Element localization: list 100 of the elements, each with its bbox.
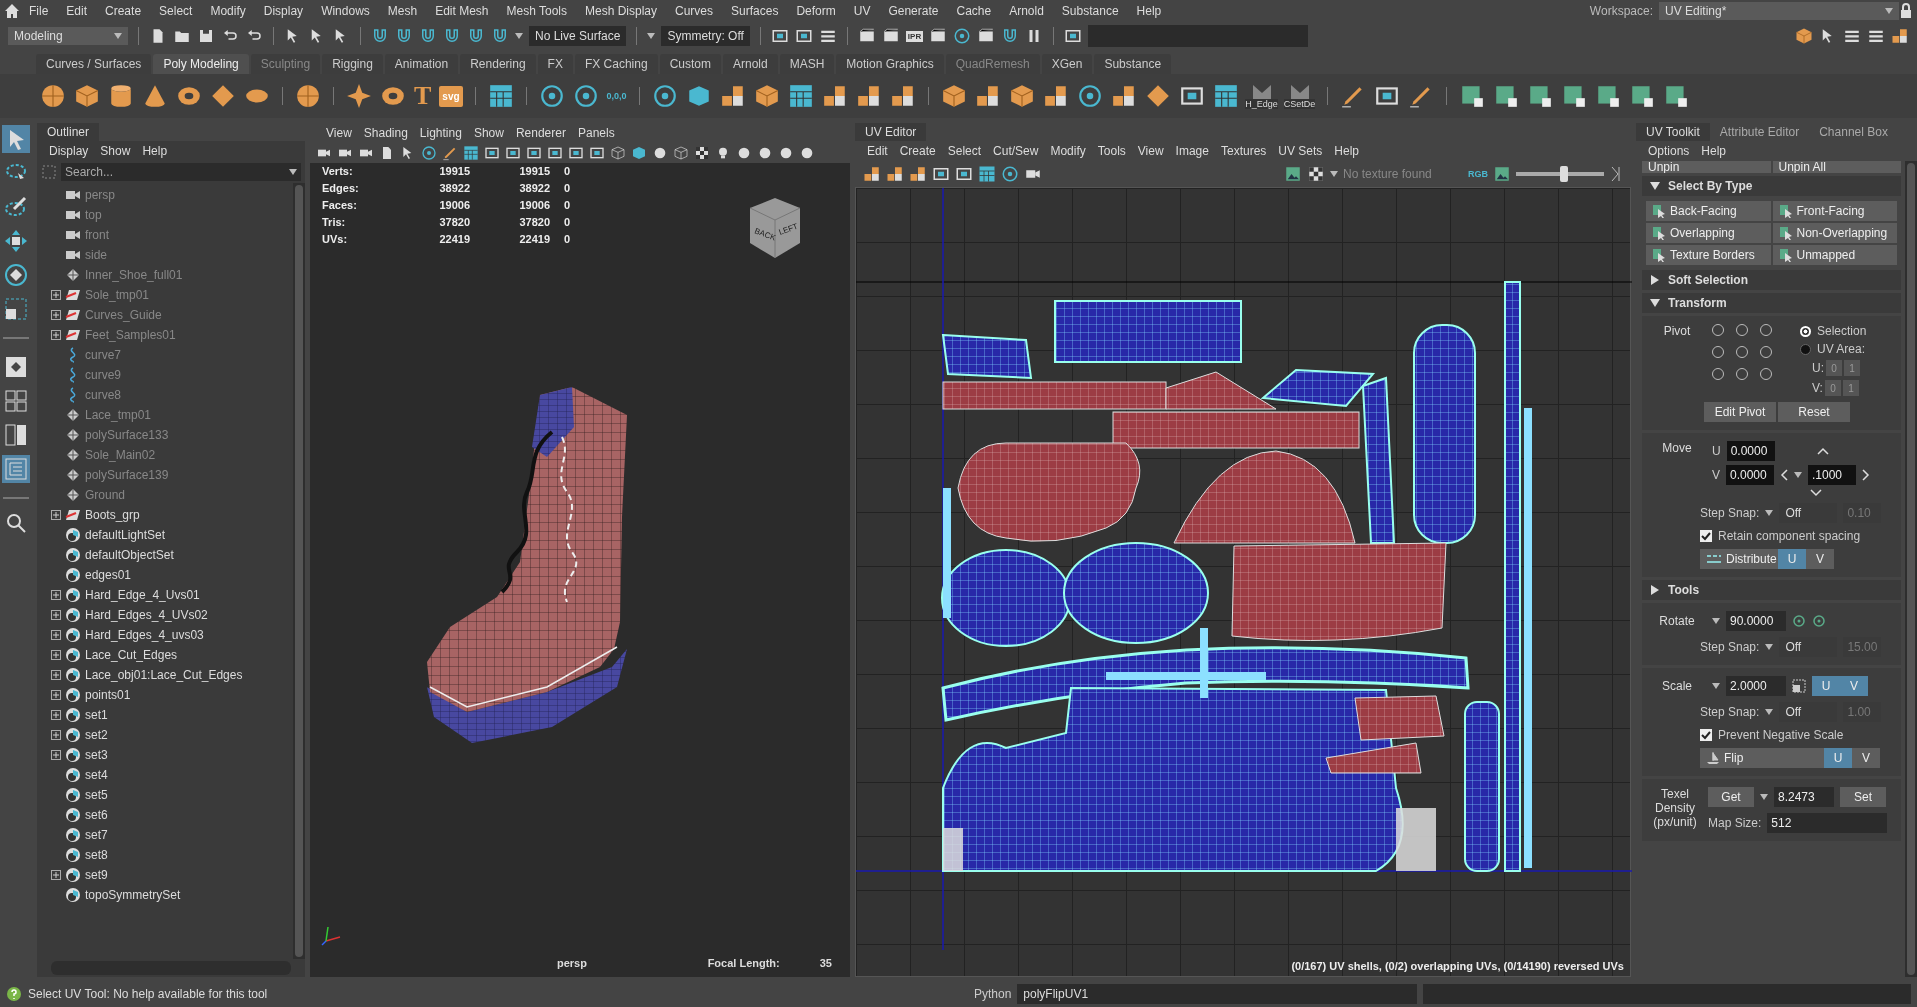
outliner-item[interactable]: set4 [85,768,108,782]
outliner-item[interactable]: points01 [85,688,131,702]
menu-item[interactable]: Help [1127,4,1171,18]
expand-icon[interactable] [51,750,61,760]
scale-field[interactable]: 2.0000 [1726,676,1786,696]
menu-item[interactable]: File [20,4,58,18]
collapsed-arrow-icon[interactable] [1650,585,1660,595]
menu-item[interactable]: Lighting [413,126,468,140]
shelf-tab[interactable]: MASH [779,54,835,74]
shelf-tab[interactable]: FX Caching [574,54,658,74]
shelf-tab[interactable]: FX [537,54,573,74]
blocks-icon[interactable] [821,83,848,109]
text-tool-button[interactable]: T [414,83,432,109]
sphere-icon[interactable] [799,145,815,161]
frame-icon[interactable] [589,145,605,161]
axis-toggle-button[interactable]: U [1778,549,1806,569]
diamond-icon[interactable] [210,83,236,109]
target-icon[interactable] [538,83,565,109]
menu-item[interactable]: Show [467,126,510,140]
expand-icon[interactable] [51,510,61,520]
script-language-label[interactable]: Python [974,987,1012,1001]
magnet-icon[interactable] [491,27,509,45]
rotate-field[interactable]: 90.0000 [1726,611,1786,631]
get-button[interactable]: Get [1708,787,1754,807]
menu-item[interactable]: Arnold [1000,4,1053,18]
cylinder-icon[interactable] [108,83,134,109]
frame-icon[interactable] [955,165,973,183]
expand-icon[interactable] [51,610,61,620]
rotate-icon[interactable] [2,261,30,289]
menu-item[interactable]: Select [941,144,988,158]
menu-item[interactable]: View [320,126,358,140]
menu-item[interactable]: Renderer [509,126,572,140]
search-field[interactable]: Search... [61,163,301,181]
frame-icon[interactable] [770,27,789,45]
menu-item[interactable]: Show [94,144,137,158]
star-icon[interactable] [346,83,372,109]
grid-icon[interactable] [787,83,814,109]
menu-item[interactable]: Edit [861,144,894,158]
expand-icon[interactable] [51,690,61,700]
rotate-ccw-icon[interactable] [1792,614,1806,628]
menu-item[interactable]: Panels [571,126,621,140]
unpin-button[interactable]: Unpin All [1772,161,1901,173]
menu-item[interactable]: Create [893,144,942,158]
caret-icon[interactable] [515,33,523,39]
shelf-tab[interactable]: Arnold [722,54,778,74]
caret-icon[interactable] [1760,794,1768,800]
shelf-tab[interactable]: Substance [1094,54,1172,74]
shaded-cube-icon[interactable] [631,145,647,161]
menu-item[interactable]: UV Sets [1272,144,1329,158]
menu-item[interactable]: Mesh [378,4,427,18]
caret-icon[interactable] [1765,644,1774,650]
checker-icon[interactable] [1307,165,1325,183]
collapsed-arrow-icon[interactable] [1650,275,1660,285]
search-icon[interactable] [6,513,26,533]
caret-icon[interactable] [1765,709,1774,715]
frame-icon[interactable] [568,145,584,161]
cube-icon[interactable] [940,83,967,109]
distribute-button[interactable]: Distribute [1700,549,1778,569]
caret-icon[interactable] [1765,510,1774,516]
outliner-item[interactable]: set7 [85,828,108,842]
menu-item[interactable]: Modify [201,4,255,18]
outliner-item[interactable]: set1 [85,708,108,722]
section-header[interactable]: Select By Type [1642,176,1901,196]
magnet-icon[interactable] [371,27,389,45]
expand-icon[interactable] [51,710,61,720]
grid-icon[interactable] [463,145,479,161]
shelf-tab[interactable]: Rendering [460,54,536,74]
rgb-channel-button[interactable]: RGB [1468,169,1488,179]
menu-item[interactable]: Create [96,4,151,18]
shelf-tab[interactable]: Animation [384,54,459,74]
sphere-icon[interactable] [40,83,66,109]
select-type-button[interactable]: Non-Overlapping [1772,223,1897,243]
blocks-icon[interactable] [1891,27,1909,45]
menu-item[interactable]: Mesh Tools [497,4,576,18]
target-icon[interactable] [572,83,599,109]
magnet-icon[interactable] [443,27,461,45]
axis-toggle-button[interactable]: U [1824,748,1852,768]
shelf-tab[interactable]: Poly Modeling [153,54,249,74]
outliner-item[interactable]: set2 [85,728,108,742]
texel-density-field[interactable]: 8.2473 [1774,787,1834,807]
blocks-icon[interactable] [719,83,746,109]
axis-toggle-button[interactable]: V [1806,549,1834,569]
input-field[interactable] [1088,25,1309,47]
menu-item[interactable]: Shading [357,126,414,140]
outliner-item[interactable]: Lace_Cut_Edges [85,648,178,662]
image-icon[interactable] [1493,165,1511,183]
menu-item[interactable]: Edit Mesh [426,4,498,18]
outliner-item[interactable]: set6 [85,808,108,822]
frame-icon[interactable] [505,145,521,161]
cube-icon[interactable] [1795,27,1813,45]
live-surface-field[interactable]: No Live Surface [529,26,627,46]
panel-tab[interactable]: UV Editor [855,123,927,141]
workspace-dropdown[interactable]: UV Editing* [1659,2,1899,20]
menu-item[interactable]: Select [150,4,202,18]
menu-item[interactable]: Surfaces [722,4,788,18]
caret-icon[interactable] [1712,618,1720,624]
menu-item[interactable]: Help [1695,144,1733,158]
shelf-tab[interactable]: XGen [1041,54,1093,74]
menu-item[interactable]: Textures [1214,144,1273,158]
pencil-icon[interactable] [442,145,458,161]
